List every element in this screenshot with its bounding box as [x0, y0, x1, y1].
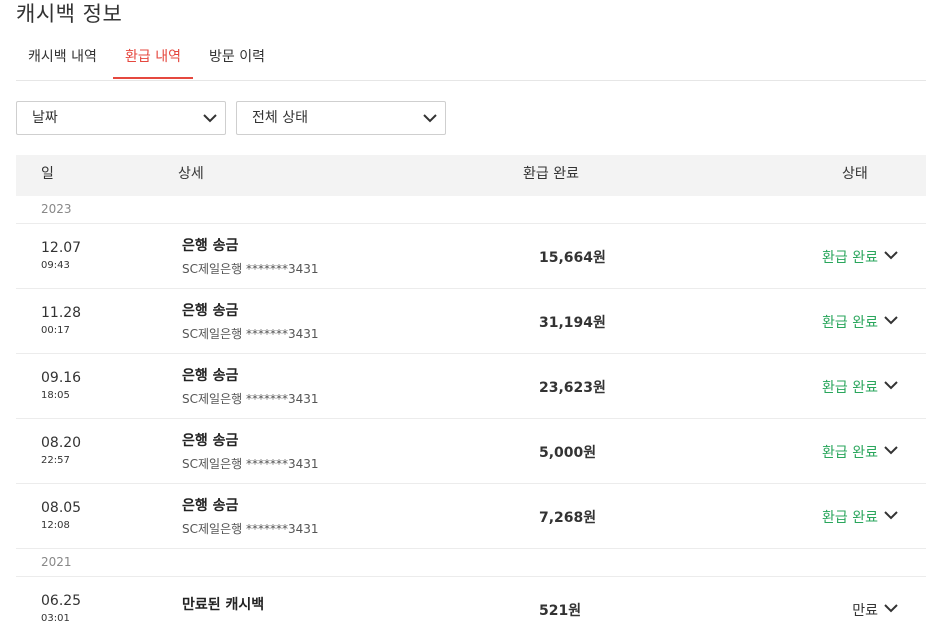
- header-status: 상태: [842, 166, 868, 182]
- row-status: 만료: [852, 603, 878, 619]
- chevron-down-icon[interactable]: [882, 599, 900, 617]
- date-filter-select[interactable]: 날짜: [16, 101, 226, 135]
- year-divider: 2021: [16, 549, 926, 577]
- row-title: 은행 송금: [182, 433, 239, 449]
- row-time: 12:08: [41, 520, 70, 531]
- row-time: 03:01: [41, 613, 70, 624]
- row-status: 환급 완료: [822, 380, 878, 396]
- status-filter-label: 전체 상태: [252, 110, 308, 126]
- row-date: 11.28: [41, 305, 82, 321]
- table-row: 12.07 09:43 은행 송금 SC제일은행 *******3431 15,…: [16, 224, 926, 289]
- chevron-down-icon[interactable]: [882, 311, 900, 329]
- row-amount: 31,194원: [539, 315, 606, 331]
- header-refund-done: 환급 완료: [523, 166, 579, 182]
- table-row: 11.28 00:17 은행 송금 SC제일은행 *******3431 31,…: [16, 289, 926, 354]
- row-status: 환급 완료: [822, 250, 878, 266]
- year-label: 2023: [41, 202, 72, 216]
- row-title: 은행 송금: [182, 303, 239, 319]
- row-status: 환급 완료: [822, 445, 878, 461]
- tab-cashback-history[interactable]: 캐시백 내역: [16, 40, 109, 79]
- row-date: 09.16: [41, 370, 82, 386]
- table-row: 08.05 12:08 은행 송금 SC제일은행 *******3431 7,2…: [16, 484, 926, 549]
- row-time: 09:43: [41, 260, 70, 271]
- row-time: 00:17: [41, 325, 70, 336]
- header-day: 일: [41, 166, 54, 182]
- table-row: 08.20 22:57 은행 송금 SC제일은행 *******3431 5,0…: [16, 419, 926, 484]
- chevron-down-icon[interactable]: [882, 376, 900, 394]
- row-time: 22:57: [41, 455, 70, 466]
- row-amount: 7,268원: [539, 510, 597, 526]
- row-account: SC제일은행 *******3431: [182, 327, 319, 341]
- row-amount: 5,000원: [539, 445, 597, 461]
- header-detail: 상세: [178, 166, 204, 182]
- row-account: SC제일은행 *******3431: [182, 262, 319, 276]
- row-account: SC제일은행 *******3431: [182, 392, 319, 406]
- row-amount: 521원: [539, 603, 582, 619]
- status-filter-select[interactable]: 전체 상태: [236, 101, 446, 135]
- chevron-down-icon[interactable]: [882, 506, 900, 524]
- row-title: 만료된 캐시백: [182, 597, 265, 613]
- row-title: 은행 송금: [182, 368, 239, 384]
- date-filter-label: 날짜: [32, 110, 58, 126]
- row-status: 환급 완료: [822, 510, 878, 526]
- row-date: 08.05: [41, 500, 82, 516]
- row-title: 은행 송금: [182, 238, 239, 254]
- cashback-page: 캐시백 정보 캐시백 내역 환급 내역 방문 이력 날짜 전체 상태 일 상세 …: [0, 0, 934, 636]
- tab-visit-history[interactable]: 방문 이력: [197, 40, 277, 79]
- row-amount: 15,664원: [539, 250, 606, 266]
- row-title: 은행 송금: [182, 498, 239, 514]
- tab-bar: 캐시백 내역 환급 내역 방문 이력: [16, 40, 926, 81]
- row-date: 08.20: [41, 435, 82, 451]
- row-date: 12.07: [41, 240, 82, 256]
- chevron-down-icon: [423, 114, 437, 123]
- chevron-down-icon[interactable]: [882, 441, 900, 459]
- table-row: 06.25 03:01 만료된 캐시백 521원 만료: [16, 577, 926, 636]
- year-divider: 2023: [16, 196, 926, 224]
- row-account: SC제일은행 *******3431: [182, 522, 319, 536]
- year-label: 2021: [41, 555, 72, 569]
- row-account: SC제일은행 *******3431: [182, 457, 319, 471]
- chevron-down-icon[interactable]: [882, 246, 900, 264]
- page-title: 캐시백 정보: [16, 2, 123, 26]
- table-header: 일 상세 환급 완료 상태: [16, 155, 926, 196]
- table-row: 09.16 18:05 은행 송금 SC제일은행 *******3431 23,…: [16, 354, 926, 419]
- row-amount: 23,623원: [539, 380, 606, 396]
- row-status: 환급 완료: [822, 315, 878, 331]
- chevron-down-icon: [203, 114, 217, 123]
- row-time: 18:05: [41, 390, 70, 401]
- tab-refund-history[interactable]: 환급 내역: [113, 40, 193, 79]
- row-date: 06.25: [41, 593, 82, 609]
